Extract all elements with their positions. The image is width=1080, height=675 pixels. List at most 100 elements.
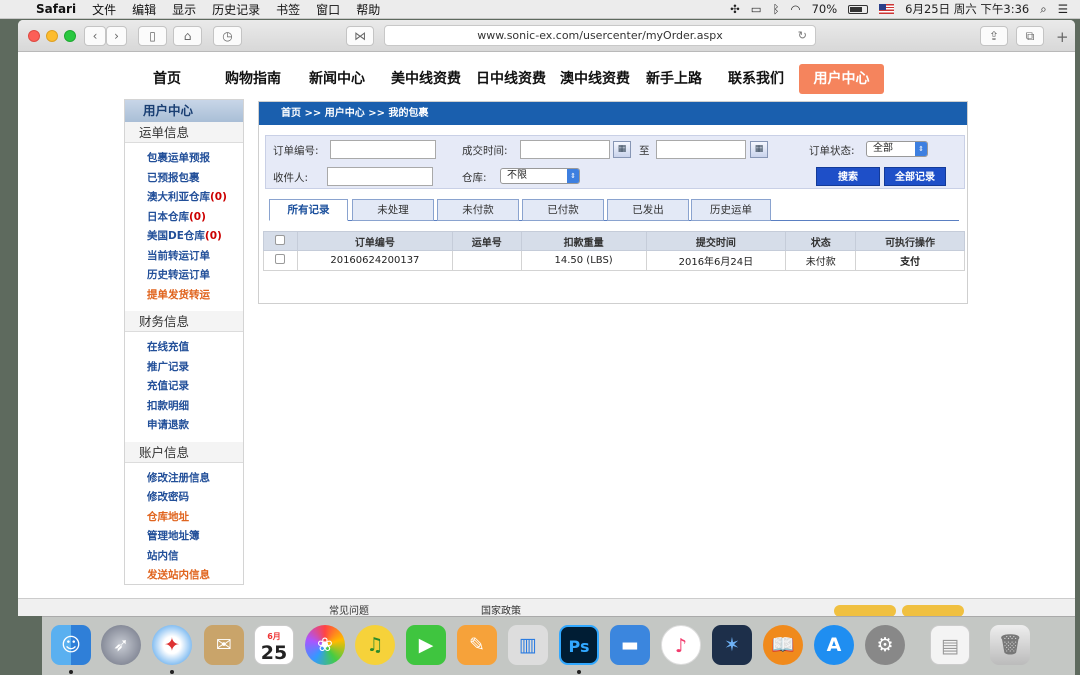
qq-chat-icon[interactable] xyxy=(902,605,964,616)
sidebar-item-inbox[interactable]: 站内信 xyxy=(125,547,243,567)
new-tab-icon[interactable]: + xyxy=(1056,28,1069,46)
battery-icon[interactable] xyxy=(848,4,869,14)
order-status-select[interactable]: 全部 ⇕ xyxy=(866,141,928,157)
bluetooth-icon[interactable]: ᛒ xyxy=(773,2,780,16)
recipient-input[interactable] xyxy=(327,167,433,186)
sidebar-item-history-orders[interactable]: 历史转运订单 xyxy=(125,266,243,286)
airplay-icon[interactable]: ▭ xyxy=(751,2,762,16)
sidebar-item-warehouse-address[interactable]: 仓库地址 xyxy=(125,508,243,528)
launchpad-icon[interactable]: ➶ xyxy=(101,625,141,665)
sidebar-item-forecasted-parcels[interactable]: 已预报包裹 xyxy=(125,169,243,189)
nav-news-center[interactable]: 新闻中心 xyxy=(302,64,372,94)
deal-time-end-input[interactable] xyxy=(656,140,746,159)
sidebar-item-online-recharge[interactable]: 在线充值 xyxy=(125,338,243,358)
tab-unpaid[interactable]: 未付款 xyxy=(437,199,519,221)
trash-icon[interactable]: 🗑 xyxy=(990,625,1030,665)
notification-center-icon[interactable]: ☰ xyxy=(1058,2,1068,16)
nav-australia-china-rates[interactable]: 澳中线资费 xyxy=(553,64,637,94)
nav-home[interactable]: 首页 xyxy=(146,64,188,94)
numbers-icon[interactable]: ▥ xyxy=(508,625,548,665)
address-bar[interactable]: www.sonic-ex.com/usercenter/myOrder.aspx… xyxy=(384,25,816,46)
qq-music-icon[interactable]: ♫ xyxy=(355,625,395,665)
sidebar-item-us-de-warehouse[interactable]: 美国DE仓库(0) xyxy=(125,227,243,247)
tab-paid[interactable]: 已付款 xyxy=(522,199,604,221)
wifi-icon[interactable]: ◠ xyxy=(791,2,801,16)
itunes-icon[interactable]: ♪ xyxy=(661,625,701,665)
document-icon[interactable]: ▤ xyxy=(930,625,970,665)
menu-window[interactable]: 窗口 xyxy=(308,1,348,18)
sidebar-toggle-icon[interactable]: ▯ xyxy=(138,26,167,46)
search-button[interactable]: 搜索 xyxy=(816,167,880,186)
share-icon[interactable]: ⇪ xyxy=(980,26,1008,46)
tab-shipped[interactable]: 已发出 xyxy=(607,199,689,221)
all-records-button[interactable]: 全部记录 xyxy=(884,167,946,186)
sidebar-item-australia-warehouse[interactable]: 澳大利亚仓库(0) xyxy=(125,188,243,208)
calendar-end-icon[interactable]: ▦ xyxy=(750,141,768,158)
xcode-like-icon[interactable]: ✶ xyxy=(712,625,752,665)
ibooks-icon[interactable]: 📖 xyxy=(763,625,803,665)
menu-edit[interactable]: 编辑 xyxy=(124,1,164,18)
nav-japan-china-rates[interactable]: 日中线资费 xyxy=(469,64,553,94)
keynote-icon[interactable]: ▬ xyxy=(610,625,650,665)
system-preferences-icon[interactable]: ⚙ xyxy=(865,625,905,665)
footer-policy-link[interactable]: 国家政策 xyxy=(481,602,521,616)
spotlight-search-icon[interactable]: ⌕ xyxy=(1040,2,1046,17)
sidebar-item-address-book[interactable]: 管理地址簿 xyxy=(125,527,243,547)
photoshop-icon[interactable]: Ps xyxy=(559,625,599,665)
sidebar-item-refund-request[interactable]: 申请退款 xyxy=(125,416,243,436)
battery-percent[interactable]: 70% xyxy=(812,2,838,16)
zoom-window-button[interactable] xyxy=(64,30,76,42)
close-window-button[interactable] xyxy=(28,30,40,42)
menu-bookmarks[interactable]: 书签 xyxy=(268,1,308,18)
calendar-start-icon[interactable]: ▦ xyxy=(613,141,631,158)
sidebar-item-recharge-records[interactable]: 充值记录 xyxy=(125,377,243,397)
menu-view[interactable]: 显示 xyxy=(164,1,204,18)
nav-us-china-rates[interactable]: 美中线资费 xyxy=(384,64,468,94)
menu-app-safari[interactable]: Safari xyxy=(28,2,84,16)
input-source-flag-icon[interactable] xyxy=(879,4,895,14)
nav-contact-us[interactable]: 联系我们 xyxy=(724,64,788,94)
warehouse-select[interactable]: 不限 ⇕ xyxy=(500,168,580,184)
tabs-overview-icon[interactable]: ⧉ xyxy=(1016,26,1044,46)
row-checkbox[interactable] xyxy=(275,254,286,264)
home-icon[interactable]: ⌂ xyxy=(173,26,202,46)
calendar-icon[interactable]: 6月 25 xyxy=(254,625,294,665)
pay-action-link[interactable]: 支付 xyxy=(855,250,965,271)
nav-user-center[interactable]: 用户中心 xyxy=(799,64,884,94)
forward-icon[interactable]: › xyxy=(106,26,127,46)
facetime-icon[interactable]: ▶ xyxy=(406,625,446,665)
sidebar-item-change-password[interactable]: 修改密码 xyxy=(125,488,243,508)
deal-time-start-input[interactable] xyxy=(520,140,610,159)
tab-unprocessed[interactable]: 未处理 xyxy=(352,199,434,221)
sidebar-item-deduction-details[interactable]: 扣款明细 xyxy=(125,397,243,417)
reader-icon[interactable]: ⋈ xyxy=(346,26,374,46)
photos-icon[interactable]: ❀ xyxy=(305,625,345,665)
qq-chat-icon[interactable] xyxy=(834,605,896,616)
finder-icon[interactable]: ☺ xyxy=(51,625,91,665)
sidebar-item-send-message[interactable]: 发送站内信息 xyxy=(125,566,243,586)
menu-history[interactable]: 历史记录 xyxy=(204,1,268,18)
nav-shopping-guide[interactable]: 购物指南 xyxy=(218,64,288,94)
history-clock-icon[interactable]: ◷ xyxy=(213,26,242,46)
tab-all-records[interactable]: 所有记录 xyxy=(269,199,348,221)
sidebar-item-submit-shipment[interactable]: 提单发货转运 xyxy=(125,286,243,306)
tab-history-waybills[interactable]: 历史运单 xyxy=(691,199,771,221)
select-all-checkbox[interactable] xyxy=(275,234,286,245)
menu-file[interactable]: 文件 xyxy=(84,1,124,18)
pages-icon[interactable]: ✎ xyxy=(457,625,497,665)
back-icon[interactable]: ‹ xyxy=(84,26,106,46)
clock[interactable]: 6月25日 周六 下午3:36 xyxy=(905,1,1029,17)
pinwheel-icon[interactable]: ✣ xyxy=(730,2,740,16)
sidebar-item-edit-profile[interactable]: 修改注册信息 xyxy=(125,469,243,489)
sidebar-item-promotion-records[interactable]: 推广记录 xyxy=(125,358,243,378)
sidebar-item-current-orders[interactable]: 当前转运订单 xyxy=(125,247,243,267)
nav-newbie-guide[interactable]: 新手上路 xyxy=(642,64,706,94)
reload-icon[interactable]: ↻ xyxy=(798,26,807,45)
app-store-icon[interactable]: A xyxy=(814,625,854,665)
menu-help[interactable]: 帮助 xyxy=(348,1,388,18)
mail-icon[interactable]: ✉ xyxy=(204,625,244,665)
sidebar-item-japan-warehouse[interactable]: 日本仓库(0) xyxy=(125,208,243,228)
minimize-window-button[interactable] xyxy=(46,30,58,42)
footer-faq-link[interactable]: 常见问题 xyxy=(329,602,369,616)
sidebar-item-forecast[interactable]: 包裹运单预报 xyxy=(125,149,243,169)
